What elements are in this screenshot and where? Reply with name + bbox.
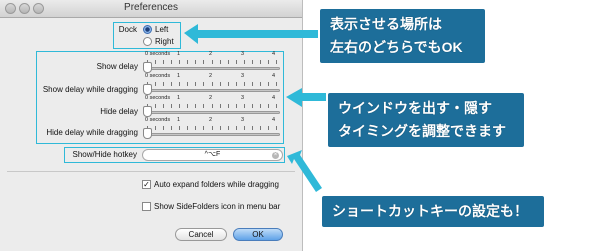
arrow-to-hotkey	[287, 150, 322, 192]
callout-line: 表示させる場所は	[330, 16, 442, 32]
arrow-to-sliders	[286, 88, 326, 107]
callout-line: ウインドウを出す・隠す	[338, 100, 492, 116]
callout-line: 左右のどちらでもOK	[330, 39, 463, 55]
callout-line: タイミングを調整できます	[338, 123, 506, 139]
callout-shortcut: ショートカットキーの設定も！	[322, 196, 544, 227]
arrow-to-dock	[184, 24, 318, 44]
callout-line: ショートカットキーの設定も！	[332, 203, 528, 219]
callout-timing: ウインドウを出す・隠す タイミングを調整できます	[328, 93, 524, 147]
callout-dock-position: 表示させる場所は 左右のどちらでもOK	[320, 9, 485, 63]
